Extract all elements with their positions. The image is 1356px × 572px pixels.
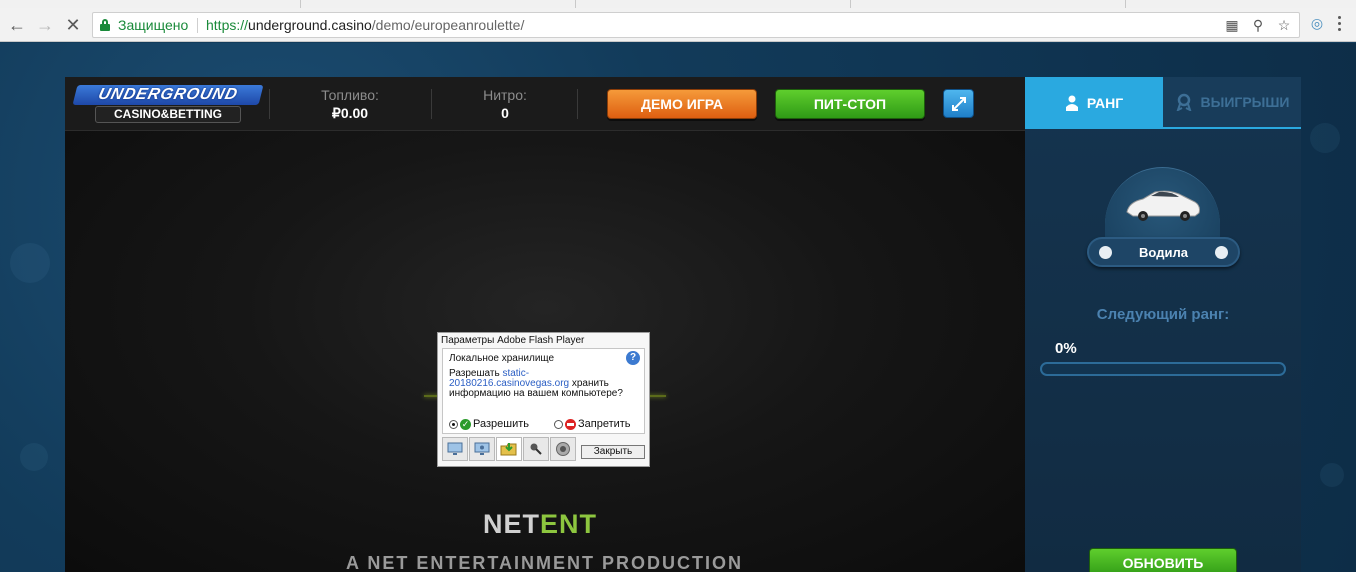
user-icon xyxy=(1065,95,1078,111)
pitstop-button[interactable]: ПИТ-СТОП xyxy=(775,89,925,119)
allow-option[interactable]: ✓ Разрешить xyxy=(449,418,529,430)
address-divider xyxy=(197,18,198,33)
webcam-icon[interactable] xyxy=(550,437,576,461)
help-icon[interactable]: ? xyxy=(626,351,640,365)
allow-label: Разрешить xyxy=(473,418,529,430)
fuel-value: ₽0.00 xyxy=(331,105,369,121)
display-monitor-icon[interactable] xyxy=(442,437,468,461)
address-bar[interactable]: Защищено https://underground.casino/demo… xyxy=(92,12,1300,38)
check-icon: ✓ xyxy=(460,418,471,430)
forward-arrow-icon[interactable]: → xyxy=(32,12,58,38)
url-text[interactable]: https://underground.casino/demo/european… xyxy=(206,17,524,33)
tab-rank-label: РАНГ xyxy=(1086,95,1124,111)
key-icon[interactable]: ⚲ xyxy=(1247,15,1269,35)
rank-progress-bar xyxy=(1040,362,1286,376)
tab-edge xyxy=(300,0,301,8)
tab-wins-label: ВЫИГРЫШИ xyxy=(1200,94,1290,110)
rank-progress-percent: 0% xyxy=(1055,340,1077,357)
casino-header: UNDERGROUND CASINO&BETTING Топливо: ₽0.0… xyxy=(65,77,1025,131)
sports-car-icon xyxy=(1126,190,1200,221)
url-host: underground.casino xyxy=(248,17,372,33)
rank-next-knob[interactable] xyxy=(1215,246,1228,259)
header-divider xyxy=(431,89,432,119)
casino-logo[interactable]: UNDERGROUND CASINO&BETTING xyxy=(72,85,264,123)
url-scheme: https:// xyxy=(206,17,249,33)
fullscreen-button[interactable] xyxy=(943,89,974,118)
netent-logo: NETENT xyxy=(483,509,597,540)
url-path: /demo/europeanroulette/ xyxy=(371,17,525,33)
deny-option[interactable]: Запретить xyxy=(554,418,631,430)
allow-radio[interactable] xyxy=(449,419,458,429)
tab-edge xyxy=(850,0,851,8)
no-entry-icon xyxy=(565,418,576,430)
fuel-stat: Топливо: ₽0.00 xyxy=(290,87,410,122)
flash-close-button[interactable]: Закрыть xyxy=(581,445,645,459)
flash-dialog-title: Параметры Adobe Flash Player xyxy=(441,335,585,346)
stop-loading-icon[interactable]: ✕ xyxy=(60,12,86,38)
lock-icon xyxy=(100,19,110,31)
flash-question: Разрешать static-20180216.casinovegas.or… xyxy=(449,369,639,399)
logo-wordmark: UNDERGROUND xyxy=(72,85,264,105)
netent-logo-ent: ENT xyxy=(540,509,597,539)
rank-selector[interactable]: Водила xyxy=(1087,237,1240,267)
menu-dots-icon[interactable] xyxy=(1330,12,1348,34)
flash-panel-heading: Локальное хранилище xyxy=(449,353,555,364)
flash-settings-tabs xyxy=(442,437,576,461)
production-caption: A NET ENTERTAINMENT PRODUCTION xyxy=(346,553,743,572)
deny-radio[interactable] xyxy=(554,419,563,429)
header-divider xyxy=(269,89,270,119)
side-panel: РАНГ ВЫИГРЫШИ Водила Следующий ранг: 0% … xyxy=(1025,77,1301,572)
demo-game-button[interactable]: ДЕМО ИГРА xyxy=(607,89,757,119)
extension-icon[interactable]: ◎ xyxy=(1306,12,1328,34)
tab-wins[interactable]: ВЫИГРЫШИ xyxy=(1163,77,1301,129)
local-storage-folder-icon[interactable] xyxy=(496,437,522,461)
tab-edge xyxy=(1125,0,1126,8)
logo-subtitle: CASINO&BETTING xyxy=(95,106,241,123)
nitro-stat: Нитро: 0 xyxy=(445,87,565,121)
deny-label: Запретить xyxy=(578,418,631,430)
update-button[interactable]: ОБНОВИТЬ xyxy=(1089,548,1237,572)
back-arrow-icon[interactable]: ← xyxy=(4,12,30,38)
microphone-icon[interactable] xyxy=(523,437,549,461)
privacy-monitor-icon[interactable] xyxy=(469,437,495,461)
browser-tabstrip xyxy=(0,0,1356,8)
browser-toolbar: ← → ✕ Защищено https://underground.casin… xyxy=(0,8,1356,42)
award-ribbon-icon xyxy=(1176,93,1191,111)
expand-arrows-icon xyxy=(951,96,966,111)
nitro-value: 0 xyxy=(501,105,509,121)
flash-settings-dialog: Параметры Adobe Flash Player Локальное х… xyxy=(437,332,650,467)
next-rank-label: Следующий ранг: xyxy=(1096,306,1230,323)
secure-label: Защищено xyxy=(118,17,189,33)
flash-storage-panel: Локальное хранилище ? Разрешать static-2… xyxy=(442,348,645,434)
star-bookmark-icon[interactable]: ☆ xyxy=(1273,15,1295,35)
tab-edge xyxy=(575,0,576,8)
tab-rank[interactable]: РАНГ xyxy=(1025,77,1163,129)
fuel-label: Топливо: xyxy=(321,87,379,103)
nitro-label: Нитро: xyxy=(483,87,527,103)
header-divider xyxy=(577,89,578,119)
puzzle-blocked-icon[interactable]: ▦ xyxy=(1221,15,1243,35)
netent-logo-net: NET xyxy=(483,509,540,539)
